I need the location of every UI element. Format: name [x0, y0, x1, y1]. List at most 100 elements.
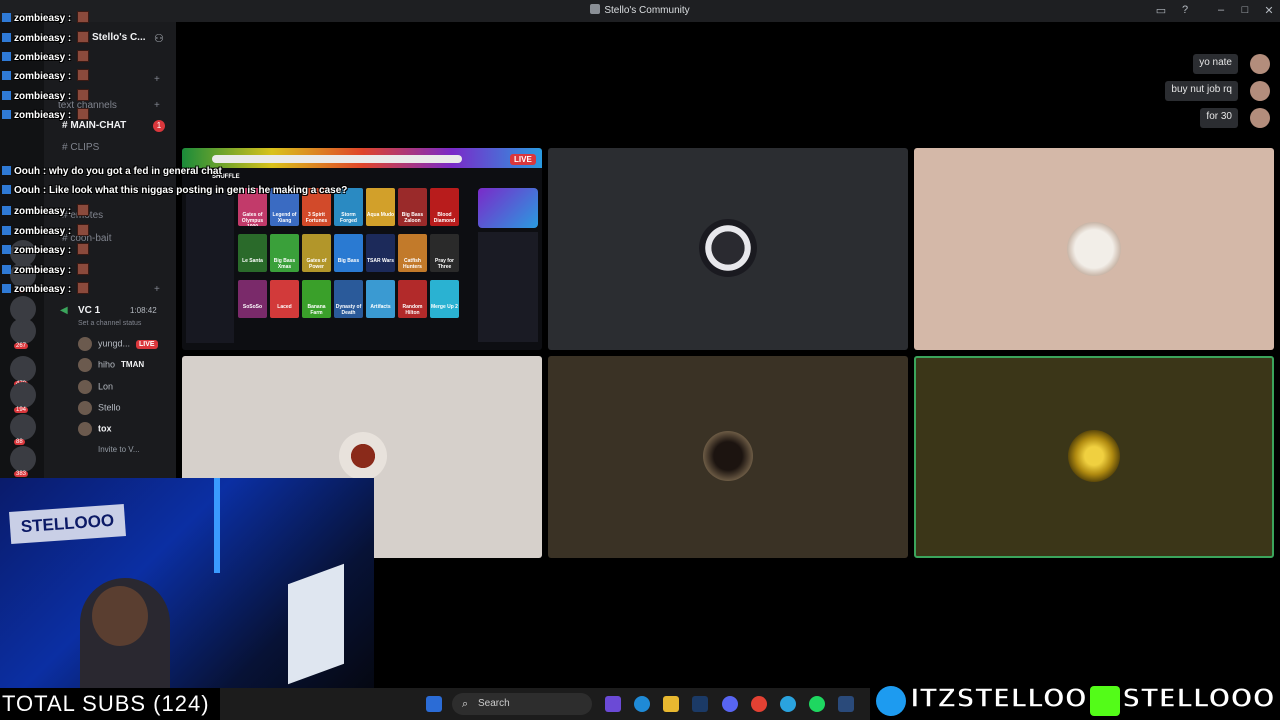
chat-message: zombieasy : — [2, 262, 90, 276]
voice-user-name: Stello — [98, 402, 121, 413]
emote-icon — [77, 262, 90, 275]
game-tile: Laced — [270, 280, 299, 318]
chat-sep: : — [65, 206, 75, 217]
chat-user: zombieasy — [14, 33, 66, 44]
avatar[interactable] — [1250, 108, 1270, 128]
bet-panel — [478, 232, 538, 342]
emote-icon — [77, 89, 90, 101]
edge-icon[interactable] — [634, 696, 650, 712]
chat-message: Oouh : why do you got a fed in general c… — [2, 166, 222, 177]
emote-icon — [77, 31, 90, 43]
chat-message: zombieasy : — [2, 11, 90, 24]
chat-message: zombieasy : — [2, 243, 90, 256]
participant-tile[interactable] — [548, 356, 908, 558]
server-name[interactable]: Stello's C... — [92, 32, 146, 43]
channel-clips[interactable]: # CLIPS — [62, 142, 99, 153]
chat-user: Oouh — [14, 185, 41, 196]
platform-icon — [2, 33, 11, 42]
window-title: Stello's Community — [0, 4, 1280, 16]
folder-icon[interactable] — [663, 696, 679, 712]
inbox-icon[interactable]: ▭ — [1154, 4, 1168, 17]
chat-user: zombieasy — [14, 225, 66, 237]
server-icon[interactable]: 383 — [10, 446, 36, 477]
message-bubble: buy nut job rq — [1165, 81, 1238, 101]
chat-user: zombieasy — [14, 91, 66, 102]
spotify-icon[interactable] — [809, 696, 825, 712]
avatar[interactable] — [1250, 54, 1270, 74]
game-tile: Big Bass Zaloon — [398, 188, 427, 226]
taskbar: Search ⌕ — [220, 688, 870, 720]
add-channel-icon[interactable]: + — [154, 100, 160, 111]
led-strip — [214, 478, 220, 573]
chat-sep: : — [65, 245, 75, 256]
chat-message: zombieasy : — [2, 50, 90, 63]
emote-icon — [77, 69, 90, 81]
voice-user[interactable]: hiho TMAN — [78, 358, 144, 374]
chat-sep: : — [65, 33, 75, 44]
wall-sign: STELLOOO — [9, 504, 126, 544]
add-channel-icon[interactable]: + — [154, 284, 160, 295]
avatar[interactable] — [1250, 81, 1270, 101]
minimize-button[interactable]: – — [1214, 4, 1228, 16]
invite-to-voice[interactable]: Invite to V... — [98, 445, 140, 454]
telegram-icon[interactable] — [780, 696, 796, 712]
emote-icon — [77, 223, 90, 236]
voice-channel-name[interactable]: VC 1 — [78, 305, 100, 316]
app-icon[interactable] — [838, 696, 854, 712]
user-tag: TMAN — [121, 360, 145, 370]
platform-icon — [2, 91, 11, 100]
chat-user: zombieasy — [14, 71, 66, 82]
windows-start-icon[interactable] — [426, 696, 442, 712]
settings-icon[interactable] — [605, 696, 621, 712]
address-bar — [212, 155, 462, 163]
chat-sep: : — [40, 185, 49, 196]
chat-message: zombieasy : — [2, 108, 90, 121]
voice-user-name: tox — [98, 423, 112, 434]
help-icon[interactable]: ? — [1178, 4, 1192, 16]
voice-user[interactable]: yungd... LIVE — [78, 337, 158, 353]
discord-icon[interactable] — [722, 696, 738, 712]
chat-sep: : — [40, 166, 49, 177]
participant-tile[interactable] — [914, 148, 1274, 350]
search-label: Search — [478, 698, 510, 709]
unread-badge: 1 — [153, 120, 165, 132]
chat-text: Like look what this niggas posting in ge… — [49, 185, 348, 196]
window-titlebar: Stello's Community ▭ ? – □ ✕ — [0, 0, 1280, 22]
search-icon: ⌕ — [462, 698, 469, 710]
avatar — [78, 358, 92, 372]
close-button[interactable]: ✕ — [1262, 4, 1276, 17]
twitter-icon — [876, 686, 906, 716]
search-input[interactable]: Search — [452, 693, 592, 715]
game-tile: Dynasty of Death — [334, 280, 363, 318]
add-friend-icon[interactable]: ⚇ — [154, 32, 164, 45]
platform-icon — [2, 185, 11, 194]
emote-icon — [77, 11, 90, 23]
server-icon[interactable]: 88 — [10, 414, 36, 445]
participant-tile[interactable] — [548, 148, 908, 350]
participant-tile-speaking[interactable] — [914, 356, 1274, 558]
kick-icon — [1090, 686, 1120, 716]
game-tile: Pray for Three — [430, 234, 459, 272]
stream-tile[interactable]: LIVE SHUFFLE Gates of Olympus 1000Legend… — [182, 148, 542, 350]
steam-icon[interactable] — [692, 696, 708, 712]
channel-status[interactable]: Set a channel status — [78, 320, 141, 327]
server-icon[interactable]: 479 — [10, 356, 36, 387]
game-tile: Artifacts — [366, 280, 395, 318]
platform-icon — [2, 225, 11, 235]
channel-main-chat[interactable]: # MAIN-CHAT — [62, 120, 126, 131]
voice-user[interactable]: Lon — [78, 380, 113, 396]
chat-sep: : — [65, 52, 75, 63]
voice-user[interactable]: Stello — [78, 401, 121, 417]
platform-icon — [2, 245, 11, 254]
emote-icon — [77, 108, 90, 120]
add-channel-icon[interactable]: + — [154, 74, 160, 85]
chat-sep: : — [65, 91, 75, 102]
chat-sep: : — [65, 110, 75, 121]
chrome-icon[interactable] — [751, 696, 767, 712]
maximize-button[interactable]: □ — [1238, 4, 1252, 16]
server-icon[interactable]: 194 — [10, 382, 36, 413]
server-icon[interactable]: 267 — [10, 318, 36, 349]
voice-user-name: yungd... — [98, 338, 131, 349]
chat-message: Oouh : Like look what this niggas postin… — [2, 185, 347, 196]
voice-user[interactable]: tox — [78, 422, 112, 438]
